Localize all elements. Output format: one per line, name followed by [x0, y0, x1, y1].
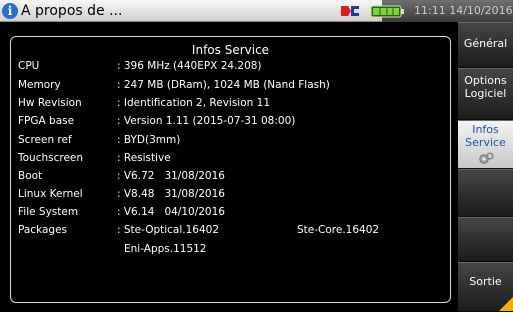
sidebar-empty-button-1[interactable]	[458, 169, 513, 217]
row-label: Touchscreen	[18, 152, 84, 164]
row-value: : 247 MB (DRam), 1024 MB (Nand Flash)	[117, 79, 330, 91]
sidebar: Général Options Logiciel Infos Service S…	[458, 22, 513, 312]
sidebar-empty-button-2[interactable]	[458, 217, 513, 262]
infos-label-line2: Service	[465, 136, 506, 149]
exit-button[interactable]: Sortie	[458, 262, 513, 312]
row-value: : Resistive	[117, 152, 171, 164]
exit-label: Sortie	[469, 275, 502, 288]
row-label: FPGA base	[18, 115, 75, 127]
row-value-secondary: Ste-Core.16402	[297, 224, 380, 236]
row-label: Packages	[18, 224, 67, 236]
row-label: CPU	[18, 60, 40, 72]
service-info-button[interactable]: Infos Service	[458, 120, 513, 169]
row-label: Linux Kernel	[18, 188, 83, 200]
row-value: : V6.14 04/10/2016	[117, 206, 225, 218]
row-label: File System	[18, 206, 79, 218]
row-value: : V6.72 31/08/2016	[117, 170, 225, 182]
row-value: : Identification 2, Revision 11	[117, 97, 270, 109]
row-label: Screen ref	[18, 134, 72, 146]
info-panel: Infos Service CPU : 396 MHz (440EPX 24.2…	[10, 36, 451, 303]
general-button[interactable]: Général	[458, 22, 513, 68]
row-value: : Ste-Optical.16402	[117, 224, 220, 236]
panel-title: Infos Service	[191, 43, 270, 57]
row-value: Eni-Apps.11512	[124, 243, 207, 255]
clock: 11:11 14/10/2016	[414, 4, 513, 17]
row-label: Memory	[18, 79, 61, 91]
row-label: Boot	[18, 170, 43, 182]
row-label: Hw Revision	[18, 97, 82, 109]
battery-icon	[370, 5, 404, 18]
title-bar: i A propos de ... 11:11 14/10/2016	[0, 0, 513, 22]
software-options-button[interactable]: Options Logiciel	[458, 68, 513, 120]
general-label: Général	[463, 37, 508, 50]
row-value: : 396 MHz (440EPX 24.208)	[117, 60, 262, 72]
options-label-line1: Options	[464, 74, 507, 87]
info-icon: i	[2, 3, 18, 19]
row-value: : V8.48 31/08/2016	[117, 188, 225, 200]
row-value: : Version 1.11 (2015-07-31 08:00)	[117, 115, 296, 127]
row-value: : BYD(3mm)	[117, 134, 181, 146]
corner-triangle-icon	[499, 297, 513, 311]
window-title: A propos de ...	[21, 3, 123, 19]
infos-label-line1: Infos	[472, 123, 499, 136]
gear-icon	[478, 152, 493, 164]
options-label-line2: Logiciel	[464, 87, 507, 100]
brand-logo-icon	[341, 6, 359, 16]
